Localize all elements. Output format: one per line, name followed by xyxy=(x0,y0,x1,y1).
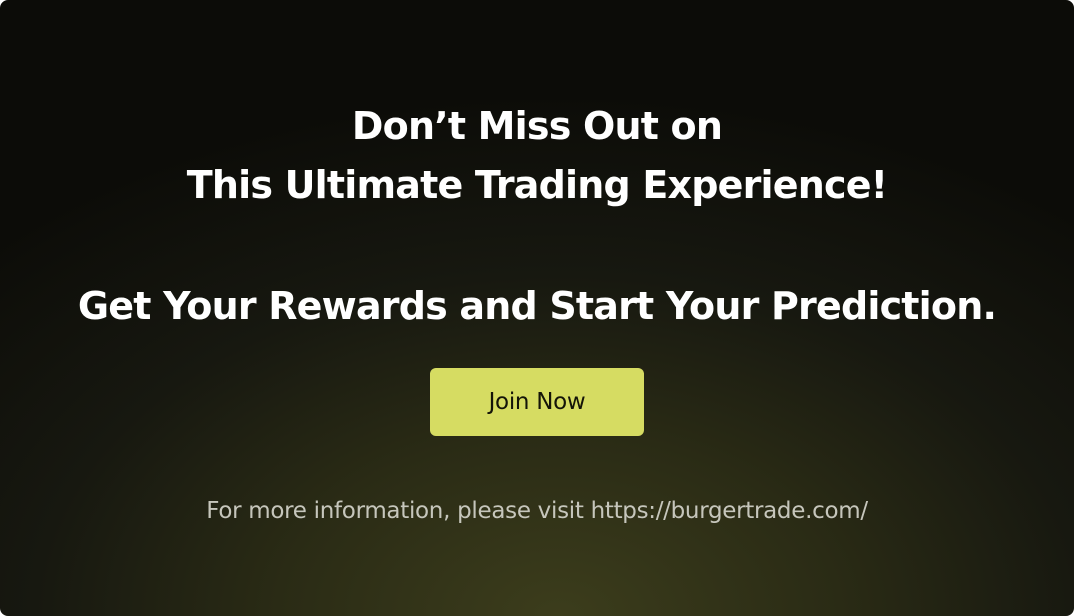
info-text: For more information, please visit https… xyxy=(206,498,868,524)
subheadline: Get Your Rewards and Start Your Predicti… xyxy=(77,284,997,328)
join-now-button[interactable]: Join Now xyxy=(430,368,644,436)
headline-line-2: This Ultimate Trading Experience! xyxy=(186,163,888,207)
promo-card: Don’t Miss Out on This Ultimate Trading … xyxy=(0,0,1074,616)
headline-line-1: Don’t Miss Out on xyxy=(351,104,723,148)
